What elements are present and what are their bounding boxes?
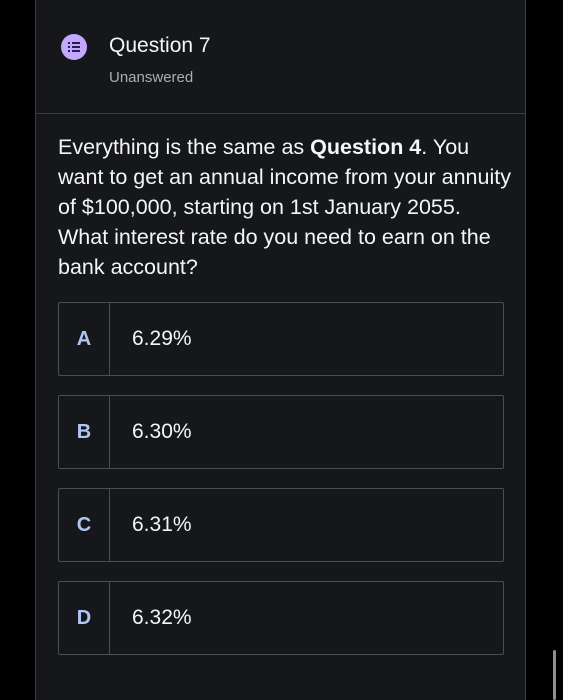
option-value: 6.31% — [132, 513, 192, 536]
question-status: Unanswered — [109, 69, 194, 86]
option-d[interactable]: D 6.32% — [58, 581, 504, 655]
option-letter: D — [59, 582, 110, 654]
option-a[interactable]: A 6.29% — [58, 302, 504, 376]
option-value: 6.30% — [132, 420, 192, 443]
option-letter: A — [59, 303, 110, 375]
option-c[interactable]: C 6.31% — [58, 488, 504, 562]
question-header: Question 7 Unanswered — [36, 0, 525, 114]
list-icon — [61, 34, 87, 60]
option-value: 6.29% — [132, 327, 192, 350]
question-text: Everything is the same as Question 4. Yo… — [58, 132, 516, 282]
question-title: Question 7 — [109, 34, 211, 57]
scrollbar[interactable] — [553, 650, 556, 700]
question-panel: Question 7 Unanswered Everything is the … — [35, 0, 526, 700]
option-value: 6.32% — [132, 606, 192, 629]
option-b[interactable]: B 6.30% — [58, 395, 504, 469]
option-letter: C — [59, 489, 110, 561]
question-reference: Question 4 — [310, 135, 422, 159]
answer-options: A 6.29% B 6.30% C 6.31% D 6.32% — [58, 302, 504, 674]
option-letter: B — [59, 396, 110, 468]
question-text-part1: Everything is the same as — [58, 135, 311, 159]
